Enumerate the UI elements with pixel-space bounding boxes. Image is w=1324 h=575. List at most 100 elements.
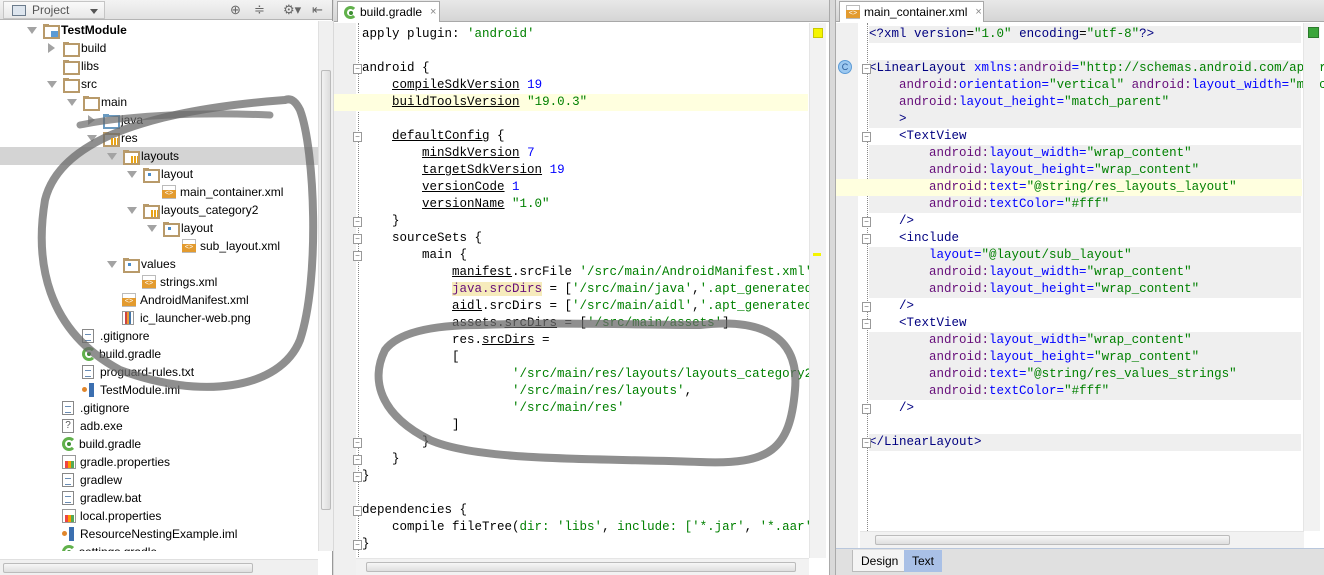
tree-item[interactable]: sub_layout.xml	[0, 237, 318, 255]
tab-main-container-xml[interactable]: main_container.xml ×	[839, 1, 984, 22]
expanded-arrow-icon[interactable]	[126, 169, 137, 179]
project-vertical-scrollbar[interactable]	[318, 21, 333, 551]
tree-item[interactable]: .gitignore	[0, 399, 318, 417]
xml-line: >	[869, 111, 907, 128]
class-badge-icon[interactable]: C	[838, 60, 852, 74]
tree-item[interactable]: ic_launcher-web.png	[0, 309, 318, 327]
gear-icon[interactable]: ⚙▾	[283, 2, 301, 18]
fold-toggle-icon[interactable]: −	[862, 234, 871, 244]
tree-item[interactable]: main	[0, 93, 318, 111]
tree-item[interactable]: settings.gradle	[0, 543, 318, 551]
tree-item[interactable]: .gitignore	[0, 327, 318, 345]
tree-item[interactable]: layout	[0, 165, 318, 183]
fold-toggle-icon[interactable]: −	[353, 540, 362, 550]
code-token: 'libs'	[557, 520, 603, 534]
code-token: "wrap_content"	[1086, 146, 1192, 160]
fold-toggle-icon[interactable]: −	[862, 438, 871, 448]
editor-mode-tabs: Design Text	[836, 548, 1324, 575]
code-token: '/src/main/res/layouts'	[512, 384, 685, 398]
locate-icon[interactable]: ⊕	[230, 2, 241, 18]
tree-item[interactable]: main_container.xml	[0, 183, 318, 201]
fold-toggle-icon[interactable]: −	[862, 217, 871, 227]
warning-marker[interactable]	[813, 253, 821, 256]
tree-item[interactable]: gradle.properties	[0, 453, 318, 471]
fold-toggle-icon[interactable]: −	[862, 64, 871, 74]
fold-toggle-icon[interactable]: −	[862, 319, 871, 329]
expanded-arrow-icon[interactable]	[106, 151, 117, 161]
tree-item[interactable]: layouts_category2	[0, 201, 318, 219]
editor-split-divider[interactable]	[829, 0, 836, 575]
code-token: '*.aar'	[759, 520, 813, 534]
expanded-arrow-icon[interactable]	[126, 205, 137, 215]
code-token: xmlns:	[974, 61, 1020, 75]
expanded-arrow-icon[interactable]	[46, 79, 57, 89]
fold-toggle-icon[interactable]: −	[353, 455, 362, 465]
project-horizontal-scrollbar[interactable]	[0, 559, 318, 575]
tree-item[interactable]: proguard-rules.txt	[0, 363, 318, 381]
horizontal-scrollbar[interactable]	[860, 531, 1304, 548]
project-view-dropdown[interactable]: Project	[3, 1, 105, 19]
tree-item[interactable]: strings.xml	[0, 273, 318, 291]
error-stripe[interactable]	[1303, 23, 1320, 531]
fold-toggle-icon[interactable]: −	[353, 64, 362, 74]
fold-toggle-icon[interactable]: −	[862, 404, 871, 414]
scrollbar-thumb[interactable]	[3, 563, 253, 573]
tab-design[interactable]: Design	[852, 550, 908, 572]
tree-item[interactable]: TestModule.iml	[0, 381, 318, 399]
warning-indicator-icon[interactable]	[813, 28, 823, 38]
tree-item[interactable]: src	[0, 75, 318, 93]
tree-item[interactable]: build.gradle	[0, 345, 318, 363]
fold-toggle-icon[interactable]: −	[353, 251, 362, 261]
tree-item[interactable]: TestModule	[0, 21, 318, 39]
tab-text[interactable]: Text	[904, 550, 943, 572]
tree-item[interactable]: java	[0, 111, 318, 129]
horizontal-scrollbar[interactable]	[356, 558, 809, 575]
fold-toggle-icon[interactable]: −	[862, 302, 871, 312]
tree-item[interactable]: build.gradle	[0, 435, 318, 453]
fold-toggle-icon[interactable]: −	[862, 132, 871, 142]
scrollbar-thumb[interactable]	[875, 535, 1230, 545]
fold-toggle-icon[interactable]: −	[353, 234, 362, 244]
error-stripe[interactable]	[809, 23, 826, 558]
code-token: <include	[869, 231, 960, 245]
tree-item[interactable]: res	[0, 129, 318, 147]
tree-item[interactable]: AndroidManifest.xml	[0, 291, 318, 309]
scrollbar-thumb[interactable]	[366, 562, 796, 572]
tree-item[interactable]: local.properties	[0, 507, 318, 525]
scrollbar-thumb[interactable]	[321, 70, 331, 510]
tree-item[interactable]: gradlew	[0, 471, 318, 489]
collapse-all-icon[interactable]: ≑	[254, 2, 265, 18]
collapsed-arrow-icon[interactable]	[46, 43, 56, 53]
tree-item[interactable]: values	[0, 255, 318, 273]
tree-item[interactable]: ResourceNestingExample.iml	[0, 525, 318, 543]
expanded-arrow-icon[interactable]	[146, 223, 157, 233]
tab-build-gradle[interactable]: build.gradle ×	[337, 1, 440, 22]
fold-toggle-icon[interactable]: −	[353, 217, 362, 227]
tree-item[interactable]: layouts	[0, 147, 318, 165]
fold-toggle-icon[interactable]: −	[353, 132, 362, 142]
close-icon[interactable]: ×	[975, 6, 981, 18]
collapsed-arrow-icon[interactable]	[86, 115, 96, 125]
tree-item[interactable]: ? adb.exe	[0, 417, 318, 435]
code-token: .srcFile	[512, 265, 580, 279]
tree-item[interactable]: libs	[0, 57, 318, 75]
hide-panel-icon[interactable]: ⇤	[312, 2, 323, 18]
tree-item[interactable]: build	[0, 39, 318, 57]
expanded-arrow-icon[interactable]	[106, 259, 117, 269]
fold-toggle-icon[interactable]: −	[353, 472, 362, 482]
fold-toggle-icon[interactable]: −	[353, 506, 362, 516]
code-token: orientation	[959, 78, 1042, 92]
expanded-arrow-icon[interactable]	[26, 25, 37, 35]
expanded-arrow-icon[interactable]	[66, 97, 77, 107]
expanded-arrow-icon[interactable]	[86, 133, 97, 143]
tree-item[interactable]: layout	[0, 219, 318, 237]
no-problems-indicator-icon[interactable]	[1308, 27, 1319, 38]
fold-toggle-icon[interactable]: −	[353, 438, 362, 448]
close-icon[interactable]: ×	[430, 6, 436, 18]
tree-item[interactable]: gradlew.bat	[0, 489, 318, 507]
